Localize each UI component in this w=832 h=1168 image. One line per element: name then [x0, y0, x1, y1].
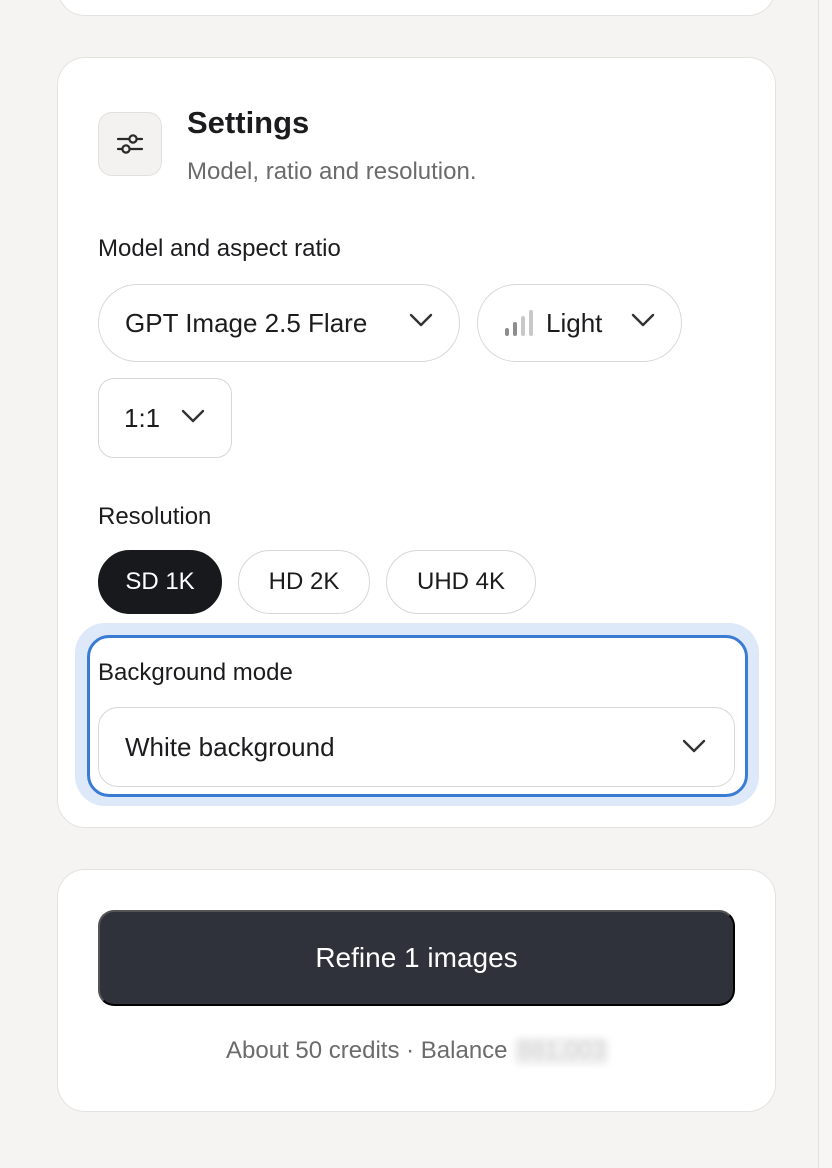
resolution-label: Resolution — [98, 503, 212, 530]
settings-card: Settings Model, ratio and resolution. Mo… — [57, 57, 776, 828]
credits-info: About 50 credits · Balance 881,003 — [58, 1037, 777, 1065]
settings-title: Settings — [187, 105, 310, 140]
quality-select-value: Light — [546, 307, 603, 338]
action-card: Refine 1 images About 50 credits · Balan… — [57, 869, 776, 1112]
chevron-down-icon — [409, 313, 433, 327]
background-mode-select[interactable]: White background — [98, 707, 735, 787]
credits-text: About 50 credits · Balance — [226, 1037, 508, 1064]
chevron-down-icon — [181, 409, 205, 423]
previous-card — [57, 0, 776, 16]
resolution-uhd-4k-button[interactable]: UHD 4K — [386, 550, 536, 614]
model-select-value: GPT Image 2.5 Flare — [125, 307, 368, 338]
model-select[interactable]: GPT Image 2.5 Flare — [98, 284, 460, 362]
background-mode-label: Background mode — [98, 659, 293, 686]
background-mode-value: White background — [125, 731, 335, 762]
right-panel-edge — [818, 0, 832, 1168]
resolution-hd-2k-button[interactable]: HD 2K — [238, 550, 370, 614]
quality-select[interactable]: Light — [477, 284, 682, 362]
model-ratio-label: Model and aspect ratio — [98, 235, 341, 262]
aspect-ratio-select[interactable]: 1:1 — [98, 378, 232, 458]
signal-bars-icon — [505, 310, 533, 336]
balance-value-redacted: 881,003 — [514, 1037, 609, 1065]
chevron-down-icon — [631, 313, 655, 327]
refine-images-button[interactable]: Refine 1 images — [98, 910, 735, 1006]
settings-subtitle: Model, ratio and resolution. — [187, 158, 477, 185]
sliders-icon — [98, 112, 162, 176]
chevron-down-icon — [682, 739, 706, 753]
aspect-ratio-value: 1:1 — [124, 402, 161, 433]
resolution-sd-1k-button[interactable]: SD 1K — [98, 550, 222, 614]
